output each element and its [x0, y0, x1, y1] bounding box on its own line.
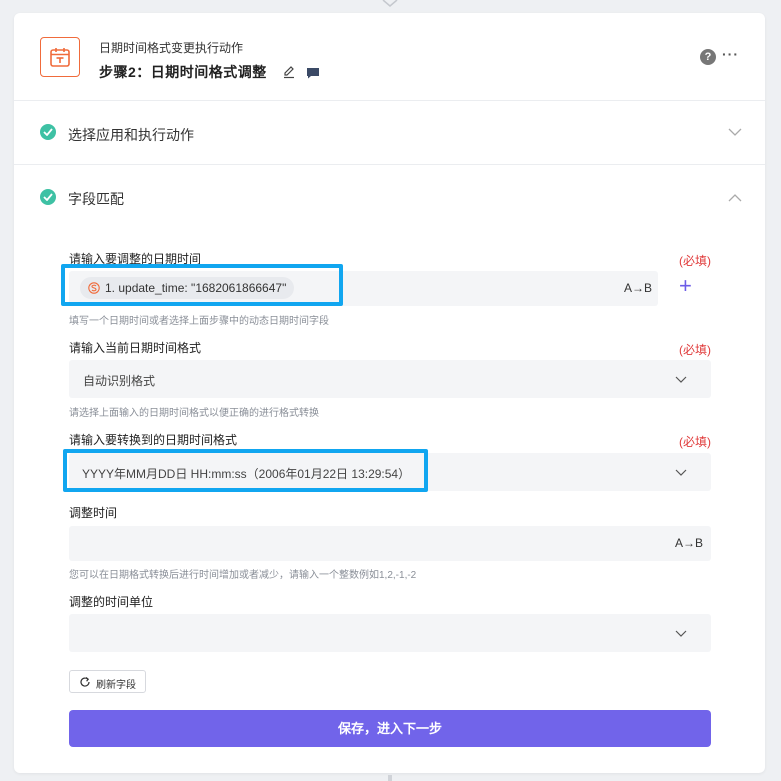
- required-mark: (必填): [679, 343, 711, 357]
- step-title: 步骤2：日期时间格式调整: [99, 64, 267, 80]
- help-icon[interactable]: ?: [700, 49, 716, 65]
- chevron-down-icon: [675, 630, 687, 637]
- more-options-icon[interactable]: ···: [722, 46, 739, 62]
- adjust-time-label: 调整时间: [69, 506, 118, 520]
- chevron-down-icon: [675, 376, 687, 383]
- edit-icon[interactable]: [282, 65, 296, 79]
- target-format-label: 请输入要转换到的日期时间格式: [69, 433, 238, 447]
- chevron-down-icon[interactable]: [728, 128, 742, 136]
- chevron-up-icon[interactable]: [728, 194, 742, 202]
- check-circle-icon: [40, 189, 56, 205]
- text-mode-toggle[interactable]: A→B: [624, 281, 652, 295]
- flow-connector: [388, 775, 392, 781]
- refresh-fields-button[interactable]: 刷新字段: [69, 670, 146, 693]
- section-app-action[interactable]: 选择应用和执行动作: [14, 101, 765, 165]
- flow-arrow-icon: [382, 0, 398, 7]
- current-format-value: 自动识别格式: [83, 374, 156, 388]
- current-format-hint: 请选择上面输入的日期时间格式以便正确的进行格式转换: [69, 408, 319, 419]
- step-header: 日期时间格式变更执行动作 步骤2：日期时间格式调整 ? ···: [14, 13, 765, 101]
- time-unit-select[interactable]: [69, 614, 711, 652]
- current-format-label: 请输入当前日期时间格式: [69, 341, 202, 355]
- add-icon[interactable]: +: [679, 275, 692, 297]
- highlight-box: [61, 264, 343, 306]
- section-title: 选择应用和执行动作: [68, 127, 194, 143]
- adjust-time-input[interactable]: A→B: [69, 526, 711, 561]
- required-mark: (必填): [679, 435, 711, 449]
- text-mode-toggle[interactable]: A→B: [675, 536, 703, 550]
- calendar-app-icon: [40, 37, 80, 77]
- refresh-label: 刷新字段: [96, 680, 136, 691]
- comment-icon[interactable]: [306, 67, 320, 79]
- required-mark: (必填): [679, 254, 711, 268]
- section-title: 字段匹配: [68, 191, 124, 207]
- step-card: 日期时间格式变更执行动作 步骤2：日期时间格式调整 ? ··· 选择应用和执行动…: [14, 13, 765, 773]
- chevron-down-icon: [675, 469, 687, 476]
- section-field-mapping[interactable]: 字段匹配: [14, 165, 765, 229]
- adjust-time-hint: 您可以在日期格式转换后进行时间增加或者减少，请输入一个整数例如1,2,-1,-2: [69, 570, 417, 581]
- refresh-icon: [80, 677, 90, 687]
- check-circle-icon: [40, 124, 56, 140]
- current-format-select[interactable]: 自动识别格式: [69, 360, 711, 398]
- save-next-button[interactable]: 保存，进入下一步: [69, 710, 711, 747]
- time-unit-label: 调整的时间单位: [69, 595, 154, 609]
- step-subtitle: 日期时间格式变更执行动作: [99, 41, 244, 55]
- datetime-hint: 填写一个日期时间或者选择上面步骤中的动态日期时间字段: [69, 316, 329, 327]
- highlight-box: [63, 449, 428, 492]
